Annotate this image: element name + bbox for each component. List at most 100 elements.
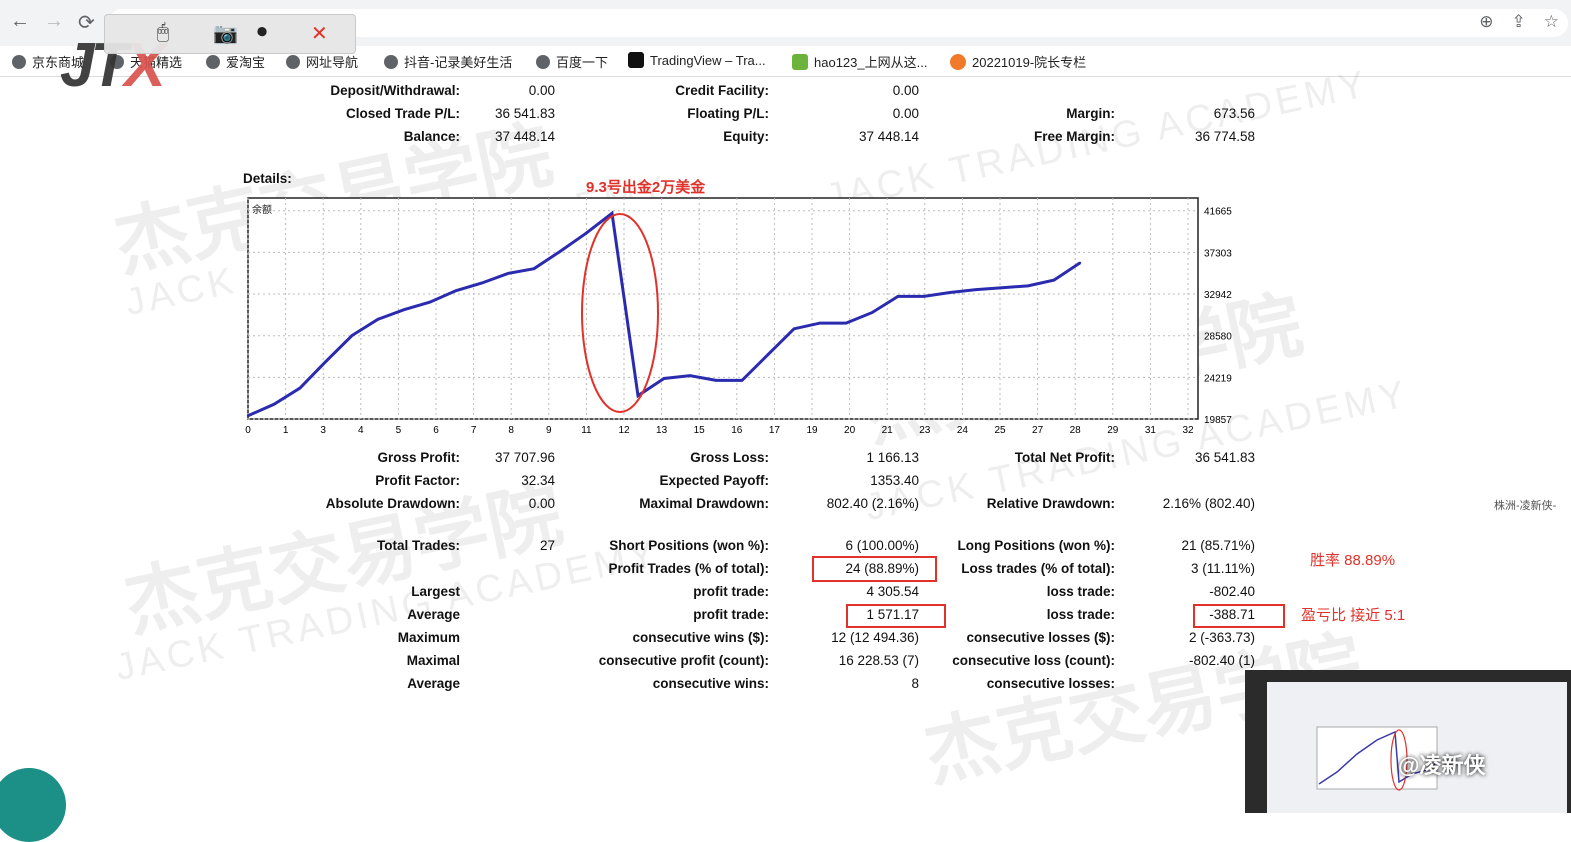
expected-payoff-value: 1353.40 bbox=[870, 473, 919, 488]
video-inset bbox=[1245, 670, 1571, 813]
record-icon[interactable]: ⏺ bbox=[257, 21, 267, 44]
share-icon[interactable]: ⇪ bbox=[1512, 12, 1526, 32]
balance-point bbox=[350, 334, 354, 337]
balance-point bbox=[948, 291, 952, 294]
long-positions-value: 21 (85.71%) bbox=[1181, 538, 1255, 553]
globe-icon bbox=[384, 54, 398, 69]
largest-label: Largest bbox=[411, 584, 460, 599]
floating-action-button[interactable] bbox=[0, 768, 66, 842]
balance-point bbox=[792, 327, 796, 331]
balance-point bbox=[870, 311, 874, 314]
average-profit-label: profit trade: bbox=[693, 607, 769, 622]
short-positions-label: Short Positions (won %): bbox=[609, 538, 769, 553]
balance-point bbox=[454, 289, 458, 292]
deposit-value: 0.00 bbox=[528, 83, 555, 98]
balance-point bbox=[1078, 261, 1082, 265]
balance-point bbox=[896, 295, 900, 298]
short-positions-value: 6 (100.00%) bbox=[845, 538, 919, 553]
bookmark-item[interactable]: 百度一下 bbox=[536, 52, 608, 71]
consecutive-profit-value: 16 228.53 (7) bbox=[838, 653, 919, 668]
balance-point bbox=[532, 267, 536, 270]
balance-point bbox=[480, 281, 484, 285]
bookmark-star-icon[interactable]: ☆ bbox=[1544, 12, 1559, 32]
balance-point bbox=[558, 250, 562, 253]
expected-payoff-label: Expected Payoff: bbox=[659, 473, 769, 488]
margin-label: Margin: bbox=[1066, 106, 1115, 121]
x-tick-label: 0 bbox=[245, 425, 251, 436]
bookmark-item[interactable]: 抖音-记录美好生活 bbox=[384, 52, 512, 71]
author-tag: @凌新侠 bbox=[1398, 753, 1486, 778]
close-icon[interactable]: ✕ bbox=[311, 21, 328, 46]
maximal-drawdown-label: Maximal Drawdown: bbox=[639, 496, 769, 511]
x-tick-label: 8 bbox=[508, 425, 514, 436]
x-tick-label: 13 bbox=[656, 425, 668, 436]
bookmark-item[interactable]: TradingView – Tra... bbox=[628, 52, 766, 68]
balance-point bbox=[246, 414, 250, 417]
x-tick-label: 11 bbox=[581, 425, 592, 436]
average2-label: Average bbox=[407, 676, 460, 691]
balance-point bbox=[766, 353, 770, 356]
consecutive-losses-value: 2 (-363.73) bbox=[1188, 630, 1255, 645]
x-tick-label: 19 bbox=[806, 425, 818, 436]
free-margin-label: Free Margin: bbox=[1033, 129, 1115, 144]
balance-point bbox=[844, 321, 848, 325]
x-tick-label: 7 bbox=[471, 425, 477, 436]
equity-value: 37 448.14 bbox=[858, 129, 919, 144]
maximal-drawdown-value: 802.40 (2.16%) bbox=[826, 496, 919, 511]
largest-profit-label: profit trade: bbox=[693, 584, 769, 599]
x-tick-label: 4 bbox=[358, 425, 364, 436]
balance-point bbox=[636, 394, 640, 397]
address-bar-icons: ⊕ ⇪ ☆ bbox=[1479, 12, 1559, 32]
relative-drawdown-label: Relative Drawdown: bbox=[986, 496, 1115, 511]
avg-profit-highlight bbox=[846, 604, 946, 628]
balance-point bbox=[662, 377, 666, 380]
globe-icon bbox=[286, 54, 300, 69]
details-label: Details: bbox=[243, 171, 292, 186]
camera-icon[interactable]: 📷 bbox=[213, 21, 238, 46]
avg-consecutive-losses-label: consecutive losses: bbox=[986, 676, 1115, 691]
total-trades-label: Total Trades: bbox=[376, 538, 460, 553]
floating-label: Floating P/L: bbox=[687, 106, 769, 121]
bookmark-item[interactable]: hao123_上网从这... bbox=[792, 52, 927, 71]
x-tick-label: 28 bbox=[1070, 425, 1082, 436]
balance-point bbox=[1026, 284, 1030, 288]
gross-loss-value: 1 166.13 bbox=[866, 450, 919, 465]
zoom-icon[interactable]: ⊕ bbox=[1479, 12, 1493, 32]
balance-point bbox=[428, 300, 432, 304]
gross-profit-value: 37 707.96 bbox=[494, 450, 555, 465]
consecutive-loss-label: consecutive loss (count): bbox=[952, 653, 1115, 668]
hao123-icon bbox=[792, 53, 808, 70]
maximal-label: Maximal bbox=[406, 653, 460, 668]
mouse-icon[interactable]: 🖱 bbox=[157, 21, 169, 44]
x-tick-label: 9 bbox=[546, 425, 552, 436]
deposit-label: Deposit/Withdrawal: bbox=[330, 83, 460, 98]
average-loss-label: loss trade: bbox=[1046, 607, 1115, 622]
balance-point bbox=[818, 321, 822, 325]
balance-point bbox=[402, 308, 406, 311]
closed-pl-label: Closed Trade P/L: bbox=[345, 106, 460, 121]
net-profit-value: 36 541.83 bbox=[1194, 450, 1255, 465]
credit-label: Credit Facility: bbox=[675, 83, 769, 98]
floating-value: 0.00 bbox=[892, 106, 919, 121]
largest-loss-value: -802.40 bbox=[1209, 584, 1255, 599]
profit-trades-label: Profit Trades (% of total): bbox=[608, 561, 769, 576]
balance-point bbox=[376, 318, 380, 321]
tradingview-icon bbox=[628, 52, 644, 68]
bookmark-item[interactable]: 20221019-院长专栏 bbox=[950, 52, 1086, 71]
x-tick-label: 5 bbox=[396, 425, 402, 436]
y-tick-label: 37303 bbox=[1204, 248, 1232, 259]
avg-consecutive-wins-label: consecutive wins: bbox=[652, 676, 769, 691]
bookmark-item[interactable]: 网址导航 bbox=[286, 52, 358, 71]
closed-pl-value: 36 541.83 bbox=[494, 106, 555, 121]
maximum-label: Maximum bbox=[397, 630, 460, 645]
loss-trades-label: Loss trades (% of total): bbox=[961, 561, 1115, 576]
back-button[interactable]: ← bbox=[10, 10, 30, 33]
absolute-drawdown-value: 0.00 bbox=[528, 496, 555, 511]
bookmark-item[interactable]: 爱淘宝 bbox=[206, 52, 265, 71]
gross-loss-label: Gross Loss: bbox=[690, 450, 769, 465]
column-icon bbox=[950, 53, 966, 70]
x-tick-label: 3 bbox=[320, 425, 326, 436]
withdraw-ellipse bbox=[581, 213, 659, 413]
credit-value: 0.00 bbox=[892, 83, 919, 98]
x-tick-label: 1 bbox=[283, 425, 289, 436]
